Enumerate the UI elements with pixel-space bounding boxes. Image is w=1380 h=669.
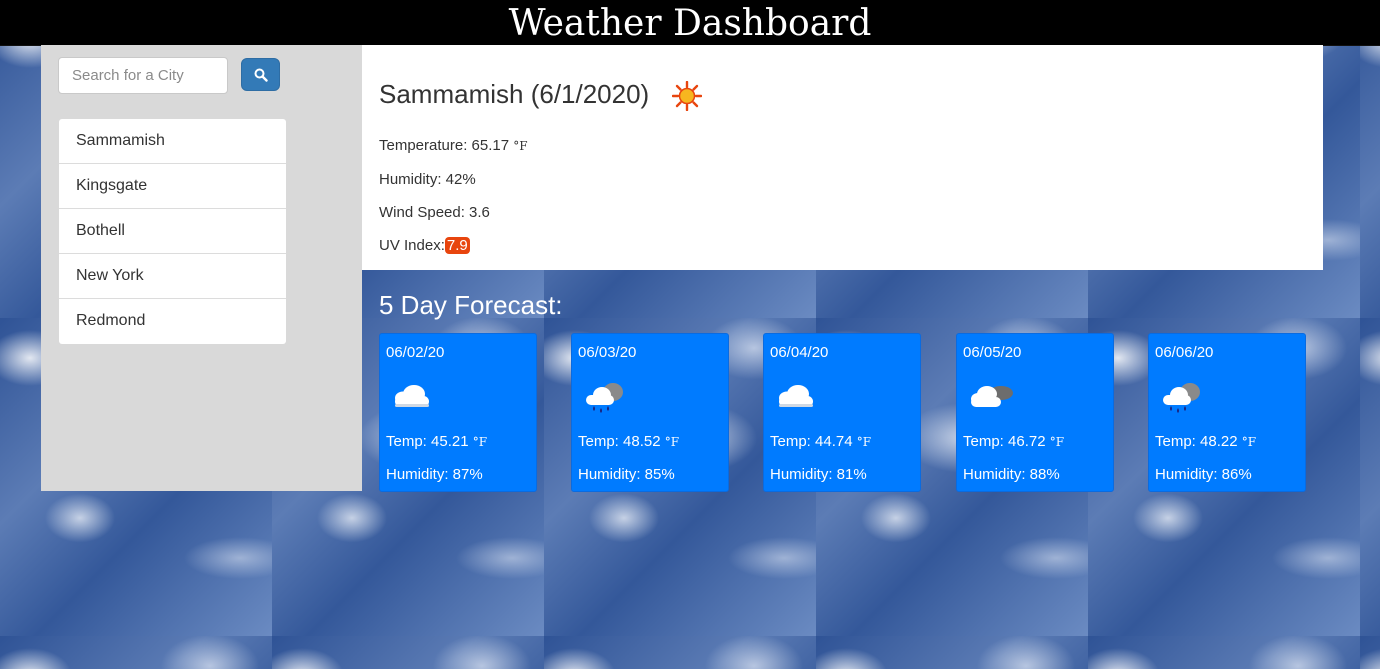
forecast-humidity: Humidity: 86% xyxy=(1155,466,1252,483)
forecast-humidity: Humidity: 81% xyxy=(770,466,867,483)
uv-index-row: UV Index: 7.9 xyxy=(379,237,470,254)
forecast-temp-unit: °F xyxy=(1049,435,1065,449)
page-header: Weather Dashboard xyxy=(0,0,1380,46)
forecast-temp: Temp: 48.52 xyxy=(578,433,661,450)
uv-index-label: UV Index: xyxy=(379,237,445,254)
forecast-temp-row: Temp: 48.22 °F xyxy=(1155,433,1256,450)
forecast-card: 06/06/20 Temp: 48.22 °F Humidity: 86% xyxy=(1148,333,1306,492)
forecast-card: 06/02/20 Temp: 45.21 °F Humidity: 87% xyxy=(379,333,537,492)
wind-speed-value: Wind Speed: 3.6 xyxy=(379,204,490,221)
current-weather-panel: Sammamish (6/1/2020) Temperature: 65.17 … xyxy=(362,45,1323,270)
city-item-sammamish[interactable]: Sammamish xyxy=(59,119,286,164)
search-input[interactable] xyxy=(58,57,228,94)
forecast-temp: Temp: 44.74 xyxy=(770,433,853,450)
search-button[interactable] xyxy=(241,58,280,91)
forecast-temp-unit: °F xyxy=(664,435,680,449)
page-title: Weather Dashboard xyxy=(508,3,872,44)
forecast-date: 06/06/20 xyxy=(1155,344,1214,361)
forecast-temp-row: Temp: 48.52 °F xyxy=(578,433,679,450)
forecast-temp-row: Temp: 45.21 °F xyxy=(386,433,487,450)
search-icon xyxy=(254,68,268,82)
forecast-temp-row: Temp: 46.72 °F xyxy=(963,433,1064,450)
forecast-humidity: Humidity: 88% xyxy=(963,466,1060,483)
rain-cloud-icon xyxy=(586,383,623,413)
city-item-bothell[interactable]: Bothell xyxy=(59,209,286,254)
forecast-temp: Temp: 46.72 xyxy=(963,433,1046,450)
forecast-heading: 5 Day Forecast: xyxy=(379,290,563,320)
city-item-kingsgate[interactable]: Kingsgate xyxy=(59,164,286,209)
cloud-icon xyxy=(779,385,813,407)
forecast-temp: Temp: 48.22 xyxy=(1155,433,1238,450)
uv-index-badge: 7.9 xyxy=(444,237,470,254)
sun-icon xyxy=(672,81,702,111)
forecast-temp-unit: °F xyxy=(856,435,872,449)
temperature-value: Temperature: 65.17 xyxy=(379,137,510,154)
broken-clouds-icon xyxy=(971,386,1013,407)
temperature-unit: °F xyxy=(513,139,528,153)
forecast-temp: Temp: 45.21 xyxy=(386,433,469,450)
forecast-card: 06/05/20 Temp: 46.72 °F Humidity: 88% xyxy=(956,333,1114,492)
forecast-temp-unit: °F xyxy=(472,435,488,449)
forecast-card: 06/03/20 Temp: 48.52 °F Humidity: 85% xyxy=(571,333,729,492)
cloud-icon xyxy=(395,385,429,407)
forecast-humidity: Humidity: 85% xyxy=(578,466,675,483)
rain-cloud-icon xyxy=(1163,383,1200,413)
current-city-title: Sammamish (6/1/2020) xyxy=(379,79,650,109)
forecast-card: 06/04/20 Temp: 44.74 °F Humidity: 81% xyxy=(763,333,921,492)
humidity-value: Humidity: 42% xyxy=(379,171,476,188)
city-item-new-york[interactable]: New York xyxy=(59,254,286,299)
sidebar: Sammamish Kingsgate Bothell New York Red… xyxy=(41,45,362,491)
forecast-date: 06/02/20 xyxy=(386,344,445,361)
city-history-list: Sammamish Kingsgate Bothell New York Red… xyxy=(59,119,286,344)
forecast-date: 06/04/20 xyxy=(770,344,829,361)
forecast-temp-unit: °F xyxy=(1241,435,1257,449)
temperature-row: Temperature: 65.17 °F xyxy=(379,137,528,154)
forecast-date: 06/05/20 xyxy=(963,344,1022,361)
forecast-temp-row: Temp: 44.74 °F xyxy=(770,433,871,450)
city-item-redmond[interactable]: Redmond xyxy=(59,299,286,344)
forecast-humidity: Humidity: 87% xyxy=(386,466,483,483)
forecast-date: 06/03/20 xyxy=(578,344,637,361)
